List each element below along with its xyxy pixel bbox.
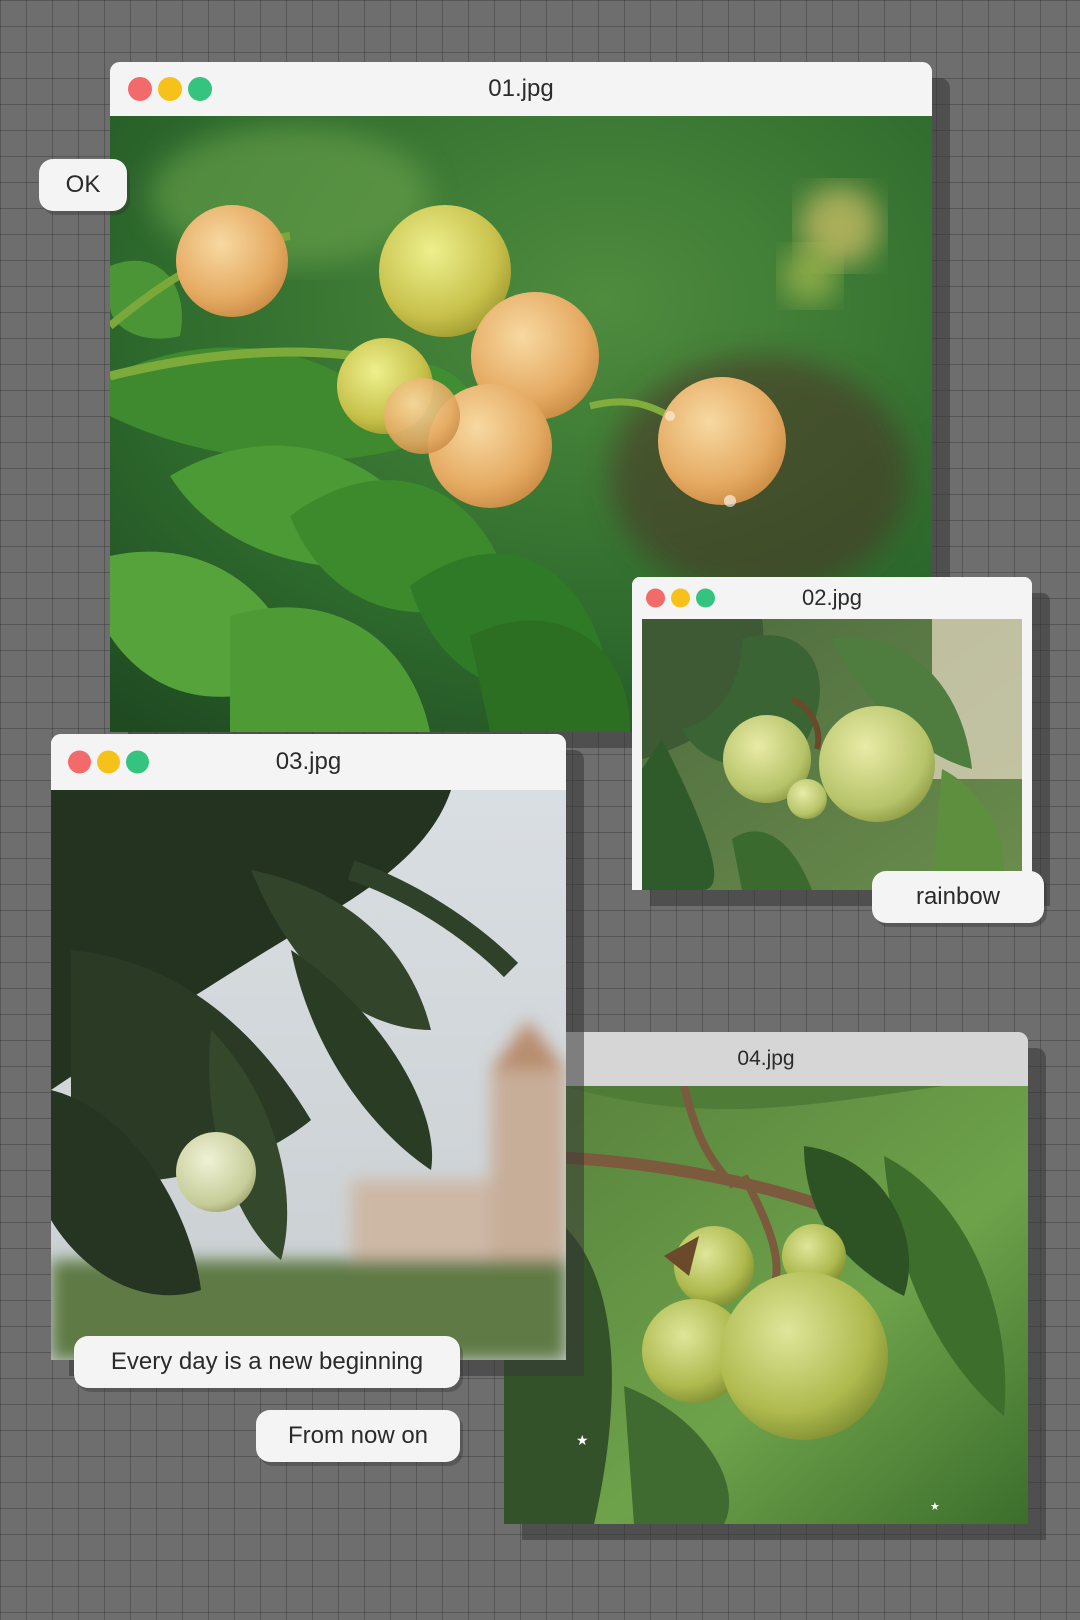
sparkle-icon: ★ <box>576 1432 589 1448</box>
window-03-titlebar[interactable]: 03.jpg <box>51 734 566 790</box>
maximize-button[interactable] <box>126 750 149 774</box>
window-04-title: 04.jpg <box>737 1047 795 1070</box>
close-button[interactable] <box>646 588 665 608</box>
window-04: 04.jpg <box>504 1032 1028 1524</box>
window-02: 02.jpg <box>632 577 1032 890</box>
sparkle-icon: ★ <box>930 1501 940 1513</box>
minimize-button[interactable] <box>671 588 690 608</box>
photo-03 <box>51 790 566 1360</box>
window-02-titlebar[interactable]: 02.jpg <box>632 577 1032 619</box>
maximize-button[interactable] <box>188 77 212 101</box>
photo-02 <box>642 619 1022 890</box>
minimize-button[interactable] <box>158 77 182 101</box>
window-04-titlebar[interactable]: 04.jpg <box>504 1032 1028 1086</box>
window-02-controls <box>646 588 715 608</box>
ok-label[interactable]: OK <box>39 159 127 211</box>
photo-04 <box>504 1086 1028 1524</box>
close-button[interactable] <box>128 77 152 101</box>
window-01-controls <box>128 77 212 101</box>
rainbow-label[interactable]: rainbow <box>872 871 1044 923</box>
every-day-label[interactable]: Every day is a new beginning <box>74 1336 460 1388</box>
window-03-controls <box>68 750 149 774</box>
window-03: 03.jpg <box>51 734 566 1360</box>
from-now-on-label[interactable]: From now on <box>256 1410 460 1462</box>
maximize-button[interactable] <box>696 588 715 608</box>
window-01-title: 01.jpg <box>488 75 554 102</box>
close-button[interactable] <box>68 750 91 774</box>
window-03-title: 03.jpg <box>275 748 342 775</box>
minimize-button[interactable] <box>97 750 120 774</box>
window-02-title: 02.jpg <box>802 585 862 610</box>
window-01-titlebar[interactable]: 01.jpg <box>110 62 932 116</box>
